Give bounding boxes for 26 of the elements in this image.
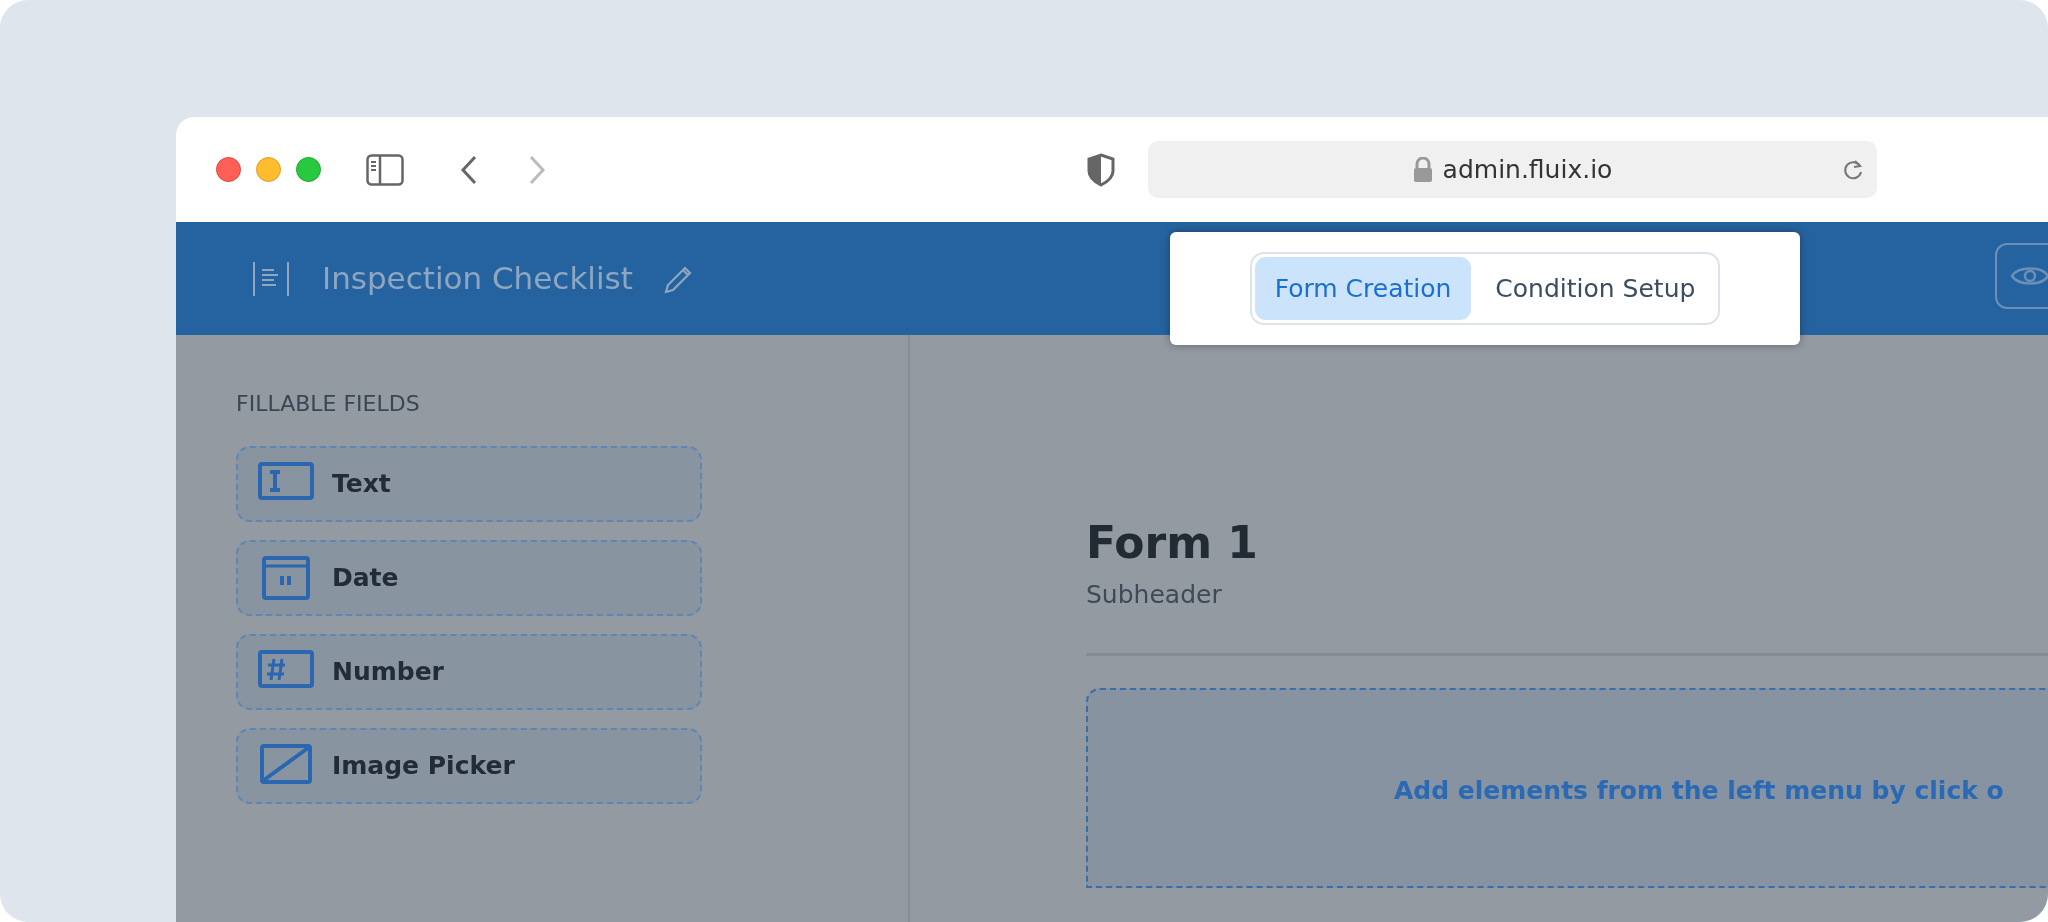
field-type-item[interactable]: Number	[236, 634, 702, 710]
drop-zone-hint: Add elements from the left menu by click o	[1394, 776, 2004, 806]
field-type-label: Text	[332, 468, 391, 501]
mode-tab[interactable]: Form Creation	[1254, 256, 1472, 321]
lock-icon	[1412, 156, 1433, 183]
preview-button[interactable]	[1995, 243, 2048, 309]
shield-icon[interactable]	[1086, 152, 1116, 187]
field-type-item[interactable]: Image Picker	[236, 728, 702, 804]
sidebar-toggle-icon[interactable]	[366, 153, 404, 186]
window-zoom-button[interactable]	[296, 157, 321, 182]
document-icon	[252, 259, 290, 298]
window-close-button[interactable]	[216, 157, 241, 182]
form-title: Inspection Checklist	[322, 259, 633, 299]
field-type-item[interactable]: Date	[236, 540, 702, 616]
mode-tab[interactable]: Condition Setup	[1475, 256, 1716, 321]
form-subheader: Subheader	[1086, 578, 1223, 611]
field-type-label: Image Picker	[332, 750, 515, 783]
section-heading: FILLABLE FIELDS	[236, 390, 421, 418]
reload-icon[interactable]	[1841, 157, 1865, 182]
field-type-item[interactable]: Text	[236, 446, 702, 522]
field-type-label: Number	[332, 656, 444, 689]
address-bar[interactable]: admin.fluix.io	[1148, 141, 1877, 198]
form-heading: Form 1	[1086, 517, 1259, 570]
field-type-label: Date	[332, 562, 399, 595]
window-minimize-button[interactable]	[256, 157, 281, 182]
url-text: admin.fluix.io	[1442, 153, 1613, 186]
